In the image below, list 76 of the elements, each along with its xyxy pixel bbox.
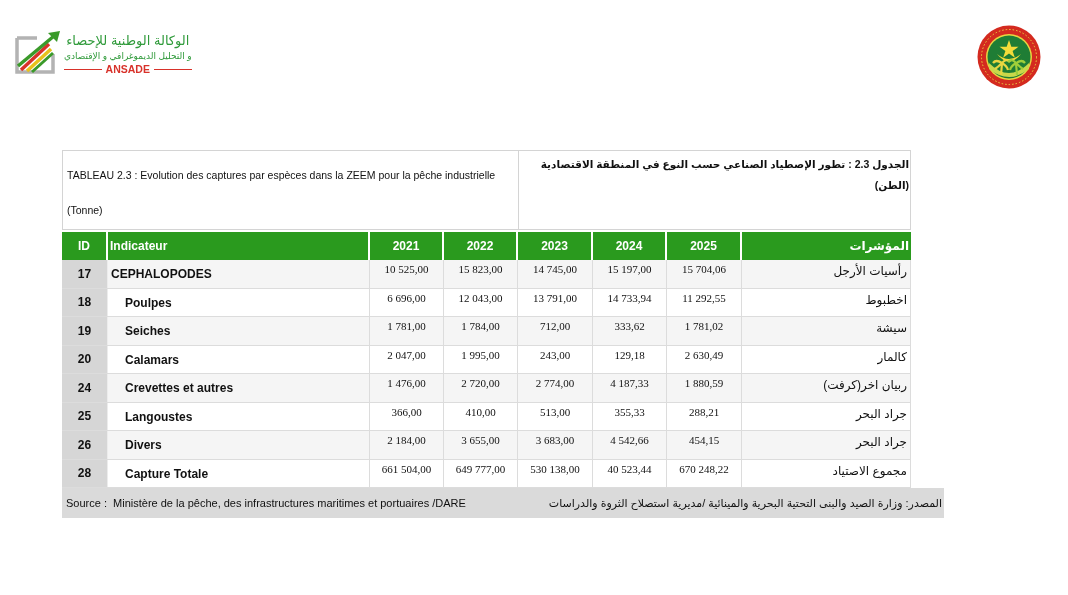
row-label: Langoustes (108, 402, 370, 430)
row-id: 26 (62, 431, 108, 459)
row-id: 20 (62, 345, 108, 373)
table-cell: 10 525,00 (370, 260, 444, 288)
table-cell: 15 823,00 (444, 260, 518, 288)
row-label: Crevettes et autres (108, 374, 370, 402)
table-cell: 15 704,06 (667, 260, 742, 288)
row-label-arabic: مجموع الاصتياد (742, 459, 911, 487)
table-cell: 3 683,00 (518, 431, 593, 459)
row-id: 24 (62, 374, 108, 402)
row-label-arabic: كالمار (742, 345, 911, 373)
row-label: Seiches (108, 317, 370, 345)
table-cell: 1 784,00 (444, 317, 518, 345)
table-cell: 243,00 (518, 345, 593, 373)
table-cell: 3 655,00 (444, 431, 518, 459)
row-label-arabic: جراد البحر (742, 402, 911, 430)
row-id: 28 (62, 459, 108, 487)
row-label-arabic: ربيان اخر(كرفت) (742, 374, 911, 402)
table-unit-arabic: (الطن) (874, 178, 909, 194)
table-cell: 6 696,00 (370, 288, 444, 316)
table-cell: 40 523,44 (593, 459, 667, 487)
table-cell: 333,62 (593, 317, 667, 345)
column-header: المؤشرات (848, 238, 910, 256)
table-cell: 670 248,22 (667, 459, 742, 487)
row-label: Poulpes (108, 288, 370, 316)
table-cell: 13 791,00 (518, 288, 593, 316)
table-cell: 2 184,00 (370, 431, 444, 459)
table-cell: 4 542,66 (593, 431, 667, 459)
table-cell: 410,00 (444, 402, 518, 430)
logo-acronym: ANSADE (105, 63, 150, 76)
table-cell: 2 047,00 (370, 345, 444, 373)
row-id: 17 (62, 260, 108, 288)
table-title-arabic: الجدول 2.3 : تطور الإصطياد الصناعي حسب النوع في المنطقة الاقتصادية (540, 157, 909, 173)
table-unit: (Tonne) (67, 204, 103, 217)
table-cell: 129,18 (593, 345, 667, 373)
logo-subtitle: و التحليل الديموغرافي و الإقتصادي (64, 50, 192, 63)
table-cell: 14 745,00 (518, 260, 593, 288)
row-label: Divers (108, 431, 370, 459)
table-cell: 1 781,00 (370, 317, 444, 345)
row-label: CEPHALOPODES (108, 260, 370, 288)
table-cell: 712,00 (518, 317, 593, 345)
table-cell: 2 720,00 (444, 374, 518, 402)
source-note: Source : Ministère de la pêche, des infrastructures maritimes et portuaires /DARE (66, 497, 466, 509)
row-label: Calamars (108, 345, 370, 373)
table-cell: 1 995,00 (444, 345, 518, 373)
row-label-arabic: اخطبوط (742, 288, 911, 316)
table-cell: 454,15 (667, 431, 742, 459)
table-cell: 513,00 (518, 402, 593, 430)
table-cell: 12 043,00 (444, 288, 518, 316)
table-cell: 14 733,94 (593, 288, 667, 316)
row-id: 18 (62, 288, 108, 316)
table-cell: 366,00 (370, 402, 444, 430)
row-label-arabic: جراد البحر (742, 431, 911, 459)
table-cell: 1 880,59 (667, 374, 742, 402)
logo-title: الوكالة الوطنية للإحصاء (65, 32, 191, 49)
row-label: Capture Totale (108, 459, 370, 487)
table-cell: 15 197,00 (593, 260, 667, 288)
seal-icon (977, 25, 1041, 89)
table-cell: 530 138,00 (518, 459, 593, 487)
row-label-arabic: رأسيات الأرجل (742, 260, 911, 288)
row-label-arabic: سيشة (742, 317, 911, 345)
table-cell: 1 781,02 (667, 317, 742, 345)
row-id: 19 (62, 317, 108, 345)
table-cell: 11 292,55 (667, 288, 742, 316)
table-cell: 355,33 (593, 402, 667, 430)
table-title: TABLEAU 2.3 : Evolution des captures par espèces dans la ZEEM pour la pêche industrielle (67, 169, 496, 182)
table-cell: 1 476,00 (370, 374, 444, 402)
row-id: 25 (62, 402, 108, 430)
table-cell: 661 504,00 (370, 459, 444, 487)
table-cell: 288,21 (667, 402, 742, 430)
table-cell: 649 777,00 (444, 459, 518, 487)
table-cell: 2 774,00 (518, 374, 593, 402)
table-cell: 4 187,33 (593, 374, 667, 402)
source-note-arabic: المصدر: وزارة الصيد والبنى التحتية البحرية والمينائية /مديرية استصلاح الثروة والدراسات (548, 496, 942, 510)
table-cell: 2 630,49 (667, 345, 742, 373)
logo-icon (15, 30, 61, 74)
